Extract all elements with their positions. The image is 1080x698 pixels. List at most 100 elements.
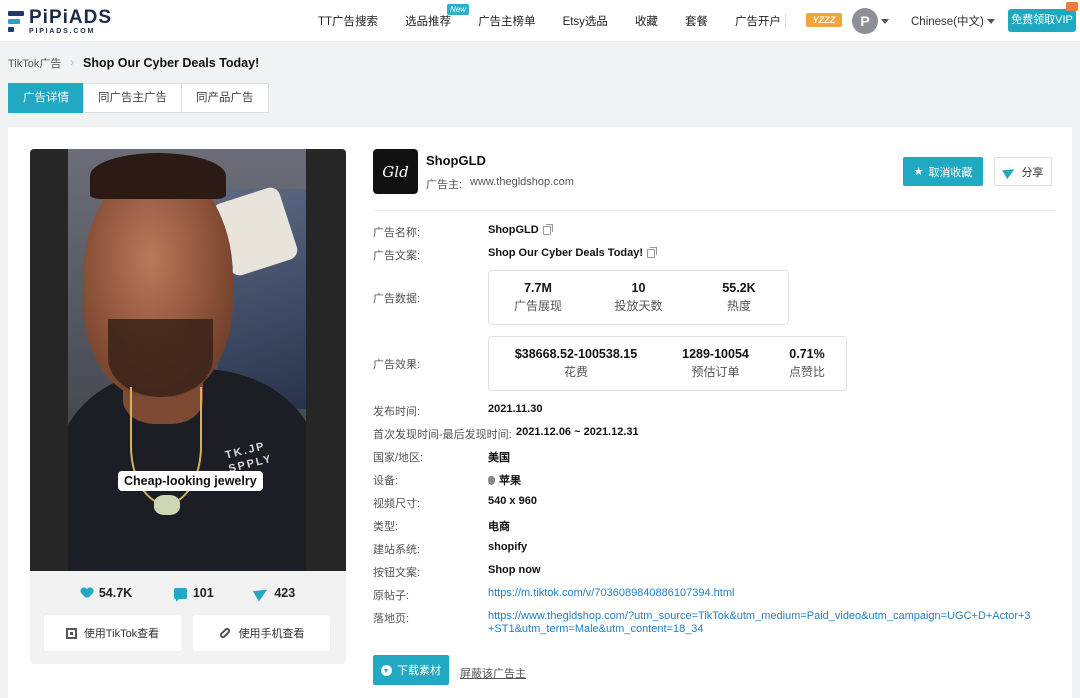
original-post-link[interactable]: https://m.tiktok.com/v/70360898408861073… bbox=[488, 587, 734, 600]
unfavorite-button[interactable]: ★ 取消收藏 bbox=[903, 157, 983, 186]
copy-icon[interactable] bbox=[542, 223, 553, 235]
chevron-down-icon[interactable] bbox=[881, 19, 889, 24]
type-value: 电商 bbox=[488, 521, 510, 533]
advertiser-logo[interactable]: Gld bbox=[373, 149, 418, 194]
share-icon bbox=[1001, 164, 1017, 179]
device-value: 苹果 bbox=[488, 472, 521, 488]
seen-range-value: 2021.12.06 ~ 2021.12.31 bbox=[516, 426, 639, 438]
spend-label: 花费 bbox=[563, 365, 588, 379]
shares-count: 423 bbox=[274, 586, 296, 600]
nav-label: 选品推荐 bbox=[405, 16, 452, 28]
language-label: Chinese(中文) bbox=[911, 16, 984, 28]
cta-label: 按钮文案: bbox=[373, 567, 421, 579]
cta-value: Shop now bbox=[488, 564, 541, 576]
download-material-button[interactable]: 下载素材 bbox=[373, 655, 449, 685]
metric-orders: 1289-10054 预估订单 bbox=[674, 347, 758, 380]
nav-plans[interactable]: 套餐 bbox=[685, 13, 708, 29]
landing-url-line-1: https://www.thegldshop.com/?utm_source=T… bbox=[488, 610, 1031, 622]
ad-data-box: 7.7M 广告展现 10 投放天数 55.2K 热度 bbox=[488, 270, 789, 325]
device-text: 苹果 bbox=[499, 475, 521, 487]
nav-favorites[interactable]: 收藏 bbox=[635, 13, 658, 29]
orders-value: 1289-10054 bbox=[682, 347, 749, 361]
nav-ad-account[interactable]: 广告开户 bbox=[735, 13, 781, 29]
star-icon: ★ bbox=[913, 166, 924, 178]
advertiser-website[interactable]: www.thegldshop.com bbox=[470, 176, 574, 188]
apple-icon bbox=[488, 476, 495, 485]
engagement-stats: 54.7K 101 423 bbox=[30, 581, 346, 605]
download-label: 下载素材 bbox=[397, 665, 441, 677]
ad-effect-box: $38668.52-100538.15 花费 1289-10054 预估订单 0.7… bbox=[488, 336, 847, 391]
logo-title: PiPiADS bbox=[29, 7, 113, 28]
comments-count: 101 bbox=[192, 586, 214, 600]
nav-product-recommend[interactable]: 选品推荐 New bbox=[405, 4, 470, 29]
page-title: Shop Our Cyber Deals Today! bbox=[83, 56, 260, 70]
block-advertiser-link[interactable]: 屏蔽该广告主 bbox=[460, 665, 526, 681]
language-selector[interactable]: Chinese(中文) bbox=[911, 13, 996, 29]
country-value: 美国 bbox=[488, 452, 510, 464]
nav-etsy-products[interactable]: Etsy选品 bbox=[563, 13, 608, 29]
like-ratio-value: 0.71% bbox=[789, 347, 825, 361]
impressions-label: 广告展现 bbox=[513, 299, 562, 313]
view-on-phone-label: 使用手机查看 bbox=[238, 628, 305, 640]
pipiads-logo[interactable]: PiPiADS PIPIADS.COM bbox=[8, 8, 112, 35]
country-label: 国家/地区: bbox=[373, 452, 424, 464]
video-size-value: 540 x 960 bbox=[488, 495, 537, 507]
orders-label: 预估订单 bbox=[691, 365, 740, 379]
device-label: 设备: bbox=[373, 475, 399, 487]
metric-like-ratio: 0.71% 点赞比 bbox=[782, 347, 832, 380]
video-thumbnail: TK.JP SPPLY bbox=[68, 149, 306, 571]
days-value: 10 bbox=[631, 281, 646, 295]
ad-copy-text: Shop Our Cyber Deals Today! bbox=[488, 247, 644, 259]
likes-count: 54.7K bbox=[98, 586, 133, 600]
nav-advertiser-ranking[interactable]: 广告主榜单 bbox=[478, 13, 536, 29]
tab-ad-details[interactable]: 广告详情 bbox=[8, 83, 84, 113]
ad-detail-card: TK.JP SPPLY Cheap-looking jewelry 54.7K … bbox=[8, 127, 1072, 698]
copy-icon[interactable] bbox=[647, 246, 658, 258]
chevron-down-icon bbox=[987, 19, 996, 25]
view-on-phone-button[interactable]: 使用手机查看 bbox=[193, 615, 330, 651]
nav-tt-ad-search[interactable]: TT广告搜索 bbox=[318, 13, 378, 29]
user-avatar[interactable]: P bbox=[852, 8, 878, 34]
heat-value: 55.2K bbox=[722, 281, 756, 295]
view-on-tiktok-label: 使用TikTok查看 bbox=[83, 628, 160, 640]
ad-name-text: ShopGLD bbox=[488, 224, 539, 236]
free-vip-button[interactable]: 免费领取VIP bbox=[1008, 9, 1076, 32]
comments-stat: 101 bbox=[173, 586, 214, 602]
ad-name-value: ShopGLD bbox=[488, 223, 553, 236]
link-icon bbox=[218, 626, 231, 640]
metric-impressions: 7.7M 广告展现 bbox=[503, 281, 573, 314]
view-on-tiktok-button[interactable]: 使用TikTok查看 bbox=[44, 615, 181, 651]
video-player[interactable]: TK.JP SPPLY Cheap-looking jewelry bbox=[30, 149, 346, 571]
metric-heat: 55.2K 热度 bbox=[704, 281, 774, 314]
logo-mark-icon bbox=[8, 10, 26, 34]
days-label: 投放天数 bbox=[614, 299, 663, 313]
comment-icon bbox=[173, 587, 187, 602]
ad-copy-label: 广告文案: bbox=[373, 250, 421, 262]
tab-same-advertiser[interactable]: 同广告主广告 bbox=[83, 83, 182, 113]
logo-subtitle: PIPIADS.COM bbox=[29, 28, 96, 35]
landing-page-link[interactable]: https://www.thegldshop.com/?utm_source=T… bbox=[488, 610, 1031, 636]
thumbnail-hair bbox=[90, 153, 226, 199]
publish-time-label: 发布时间: bbox=[373, 406, 421, 418]
landing-url-line-2: +ST1&utm_term=Male&utm_content=18_34 bbox=[488, 623, 704, 635]
share-label: 分享 bbox=[1021, 166, 1044, 179]
breadcrumb-root[interactable]: TikTok广告 bbox=[8, 55, 61, 71]
unfavorite-label: 取消收藏 bbox=[928, 166, 973, 179]
heart-icon bbox=[81, 588, 93, 599]
share-button[interactable]: 分享 bbox=[994, 157, 1052, 186]
thumbnail-pendant bbox=[154, 495, 180, 515]
likes-stat: 54.7K bbox=[81, 586, 132, 600]
section-divider bbox=[373, 210, 1056, 211]
yz-badge[interactable]: YZZZ bbox=[806, 13, 842, 27]
ad-effect-label: 广告效果: bbox=[373, 359, 421, 371]
advertiser-name[interactable]: ShopGLD bbox=[426, 153, 486, 168]
download-icon bbox=[381, 664, 392, 676]
gift-icon bbox=[1066, 2, 1078, 11]
nav-divider bbox=[785, 13, 786, 29]
ad-data-label: 广告数据: bbox=[373, 293, 421, 305]
detail-tabs: 广告详情 同广告主广告 同产品广告 bbox=[8, 83, 269, 113]
impressions-value: 7.7M bbox=[524, 281, 552, 295]
chevron-right-icon: › bbox=[70, 57, 75, 69]
tab-same-product[interactable]: 同产品广告 bbox=[181, 83, 269, 113]
top-navigation-bar: PiPiADS PIPIADS.COM TT广告搜索 选品推荐 New 广告主榜单… bbox=[0, 0, 1080, 42]
